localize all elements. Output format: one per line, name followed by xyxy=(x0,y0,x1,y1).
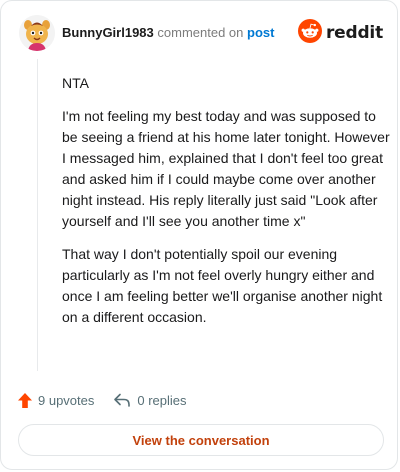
reddit-logo[interactable]: reddit xyxy=(297,18,383,48)
comment-paragraph: NTA xyxy=(62,75,89,91)
reply-action[interactable]: 0 replies xyxy=(113,392,187,408)
reddit-wordmark: reddit xyxy=(325,23,383,43)
thread-line xyxy=(37,59,38,371)
comment-paragraph: That way I don't potentially spoil our e… xyxy=(62,246,383,325)
user-avatar[interactable] xyxy=(19,15,55,51)
comment-paragraph: I'm not feeling my best today and was su… xyxy=(62,108,390,229)
reddit-snoo-icon xyxy=(297,18,322,48)
upvote-action[interactable]: 9 upvotes xyxy=(17,392,94,409)
comment-embed-card: BunnyGirl1983 commented on post reddit N… xyxy=(0,0,398,470)
post-link[interactable]: post xyxy=(247,25,274,40)
username-link[interactable]: BunnyGirl1983 xyxy=(62,25,154,40)
upvote-count: 9 upvotes xyxy=(38,392,95,408)
comment-attribution: BunnyGirl1983 commented on post xyxy=(62,24,274,42)
reply-count: 0 replies xyxy=(137,392,187,408)
commented-on-text: commented on xyxy=(157,25,244,40)
comment-body: NTA I'm not feeling my best today and wa… xyxy=(62,73,392,340)
comment-actions: 9 upvotes 0 replies xyxy=(17,389,187,411)
view-conversation-button[interactable]: View the conversation xyxy=(18,424,384,456)
comment-header: BunnyGirl1983 commented on post reddit xyxy=(19,15,385,51)
reply-arrow-icon[interactable] xyxy=(113,392,131,408)
upvote-arrow-icon[interactable] xyxy=(17,392,33,409)
